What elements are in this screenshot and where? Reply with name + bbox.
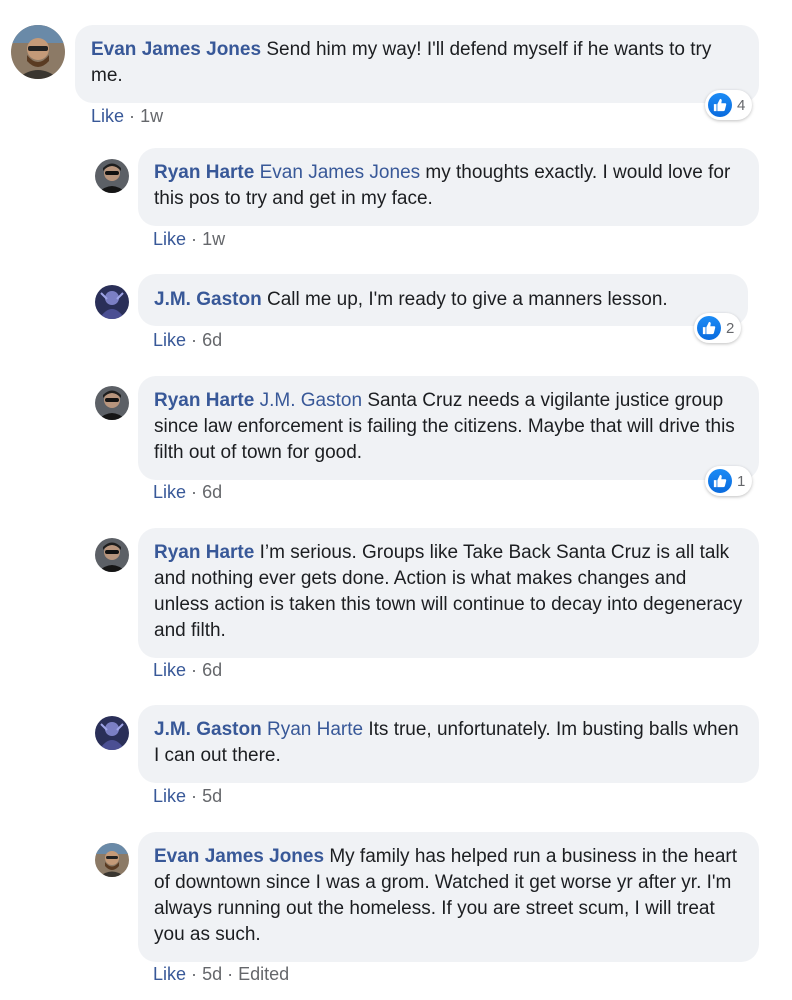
avatar-evan-icon [95,843,129,877]
like-button[interactable]: Like [153,660,186,680]
comment-mention[interactable]: J.M. Gaston [260,390,362,411]
thumbs-up-icon [708,93,732,117]
comment-bubble: Ryan Harte J.M. Gaston Santa Cruz needs … [138,376,759,480]
comment-bubble: J.M. Gaston Ryan Harte Its true, unfortu… [138,705,759,783]
thumbs-up-icon [708,469,732,493]
reaction-summary[interactable]: 4 [705,90,753,120]
avatar[interactable] [95,716,129,750]
separator: · [191,229,198,249]
comment-time[interactable]: 6d [202,660,222,680]
comment-bubble: J.M. Gaston Call me up, I'm ready to giv… [138,274,748,326]
like-button[interactable]: Like [153,964,186,984]
comment-mention[interactable]: Evan James Jones [260,162,421,183]
comment-meta: Like · 6d [153,660,222,681]
avatar-ryan-icon [95,386,129,420]
comment-time[interactable]: 6d [202,330,222,350]
like-button[interactable]: Like [91,106,124,126]
separator: · [129,106,136,126]
avatar-ryan-icon [95,159,129,193]
comment-author[interactable]: Evan James Jones [154,846,324,867]
comment-meta: Like · 5d · Edited [153,964,289,985]
comment-time[interactable]: 6d [202,482,222,502]
comment-mention[interactable]: Ryan Harte [267,719,363,740]
comment-bubble: Ryan Harte Evan James Jones my thoughts … [138,148,759,226]
comment-meta: Like · 6d [153,482,222,503]
reaction-summary[interactable]: 1 [705,466,753,496]
avatar[interactable] [95,285,129,319]
like-button[interactable]: Like [153,786,186,806]
avatar-gaston-icon [95,285,129,319]
like-button[interactable]: Like [153,330,186,350]
avatar-evan-icon [11,25,65,79]
comment-bubble: Evan James Jones My family has helped ru… [138,832,759,962]
comment-meta: Like · 1w [91,106,163,127]
comment-time[interactable]: 1w [202,229,225,249]
comment-meta: Like · 6d [153,330,222,351]
comment-author[interactable]: Ryan Harte [154,390,254,411]
comment-bubble: Evan James Jones Send him my way! I'll d… [75,25,759,103]
avatar[interactable] [11,25,65,79]
avatar-ryan-icon [95,538,129,572]
separator: · [191,482,198,502]
like-button[interactable]: Like [153,482,186,502]
comment-time[interactable]: 1w [140,106,163,126]
reaction-count: 1 [737,472,746,490]
comment-bubble: Ryan Harte I’m serious. Groups like Take… [138,528,759,658]
comment-time[interactable]: 5d [202,964,222,984]
comment-author[interactable]: Ryan Harte [154,162,254,183]
avatar[interactable] [95,538,129,572]
comment-author[interactable]: Ryan Harte [154,542,254,563]
edited-label[interactable]: Edited [238,964,289,984]
comment-meta: Like · 5d [153,786,222,807]
avatar[interactable] [95,159,129,193]
avatar[interactable] [95,843,129,877]
like-button[interactable]: Like [153,229,186,249]
reaction-count: 2 [726,319,735,337]
separator: · [191,660,198,680]
avatar-gaston-icon [95,716,129,750]
comment-text: Call me up, I'm ready to give a manners … [266,289,668,310]
comment-author[interactable]: J.M. Gaston [154,289,262,310]
comment-author[interactable]: J.M. Gaston [154,719,262,740]
separator: · [191,964,198,984]
comment-author[interactable]: Evan James Jones [91,39,261,60]
comment-meta: Like · 1w [153,229,225,250]
reaction-summary[interactable]: 2 [694,313,742,343]
comment-time[interactable]: 5d [202,786,222,806]
separator: · [227,964,234,984]
thumbs-up-icon [697,316,721,340]
separator: · [191,330,198,350]
avatar[interactable] [95,386,129,420]
reaction-count: 4 [737,96,746,114]
separator: · [191,786,198,806]
